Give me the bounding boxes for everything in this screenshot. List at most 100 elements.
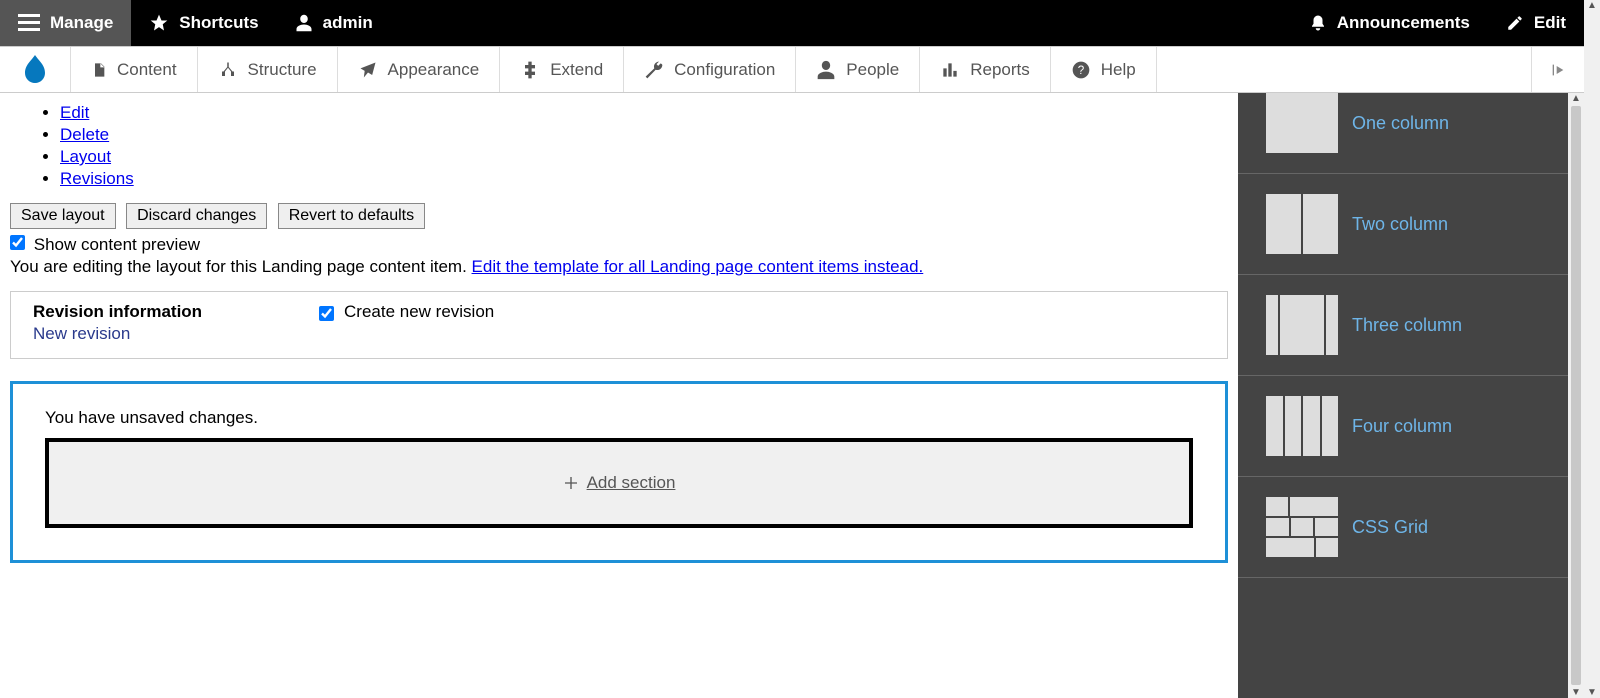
layout-option-three-column[interactable]: Three column (1238, 275, 1568, 376)
admin-menu-extend[interactable]: Extend (500, 47, 624, 92)
shortcuts-label: Shortcuts (179, 13, 258, 33)
menu-label: Content (117, 60, 177, 80)
tab-link[interactable]: Revisions (60, 169, 134, 188)
layout-option-two-column[interactable]: Two column (1238, 174, 1568, 275)
page-icon (91, 60, 107, 80)
help-icon: ? (1071, 60, 1091, 80)
toolbar-orientation-toggle[interactable] (1531, 47, 1584, 92)
star-icon (149, 13, 169, 33)
reports-icon (940, 60, 960, 80)
admin-menu-help[interactable]: ? Help (1051, 47, 1157, 92)
create-revision-label: Create new revision (344, 302, 494, 322)
revision-info-details: Create new revision (301, 292, 1227, 358)
layout-actions: Save layout Discard changes Revert to de… (10, 203, 1228, 229)
layout-picker-panel: One column Two column Three column Four … (1238, 93, 1584, 698)
scroll-thumb[interactable] (1571, 106, 1581, 685)
manage-toggle[interactable]: Manage (0, 0, 131, 46)
preview-toggle-row: Show content preview (10, 235, 1228, 255)
layout-thumb-icon (1266, 497, 1338, 557)
add-section-label: Add section (587, 473, 676, 493)
tab-delete: Delete (60, 125, 1228, 145)
tab-layout: Layout (60, 147, 1228, 167)
revision-info-box: Revision information New revision Create… (10, 291, 1228, 359)
admin-menu-configuration[interactable]: Configuration (624, 47, 796, 92)
plus-icon (563, 475, 579, 491)
tab-link[interactable]: Delete (60, 125, 109, 144)
save-layout-button[interactable]: Save layout (10, 203, 116, 229)
layout-thumb-icon (1266, 295, 1338, 355)
manage-label: Manage (50, 13, 113, 33)
admin-menu-reports[interactable]: Reports (920, 47, 1051, 92)
show-preview-label: Show content preview (34, 235, 200, 254)
announcements-link[interactable]: Announcements (1291, 0, 1488, 46)
discard-changes-button[interactable]: Discard changes (126, 203, 267, 229)
scroll-up-icon: ▲ (1587, 0, 1597, 11)
edit-template-link[interactable]: Edit the template for all Landing page c… (472, 257, 924, 276)
layout-option-label: Four column (1352, 416, 1452, 437)
layout-thumb-icon (1266, 194, 1338, 254)
layout-option-label: One column (1352, 113, 1449, 134)
edit-mode-label: Edit (1534, 13, 1566, 33)
scroll-down-icon: ▼ (1571, 687, 1581, 698)
tab-link[interactable]: Layout (60, 147, 111, 166)
appearance-icon (358, 60, 378, 80)
layout-option-one-column[interactable]: One column (1238, 93, 1568, 174)
revision-info-sub: New revision (33, 324, 301, 344)
admin-menu-people[interactable]: People (796, 47, 920, 92)
revision-info-title: Revision information (33, 302, 301, 322)
bell-icon (1309, 13, 1327, 33)
wrench-icon (644, 60, 664, 80)
admin-menu-appearance[interactable]: Appearance (338, 47, 501, 92)
top-toolbar: Manage Shortcuts admin Announcements Edi… (0, 0, 1584, 46)
show-preview-checkbox[interactable] (10, 235, 25, 250)
menu-label: Configuration (674, 60, 775, 80)
drupal-home-link[interactable] (0, 47, 71, 92)
toolbar-right: Announcements Edit (1291, 0, 1584, 46)
structure-icon (218, 61, 238, 79)
user-label: admin (323, 13, 373, 33)
drupal-icon (22, 55, 48, 85)
announcements-label: Announcements (1337, 13, 1470, 33)
layout-option-css-grid[interactable]: CSS Grid (1238, 477, 1568, 578)
window-scrollbar[interactable]: ▲ ▼ (1584, 0, 1600, 698)
add-section-button[interactable]: Add section (45, 438, 1193, 528)
hamburger-icon (18, 14, 40, 32)
scroll-down-icon: ▼ (1587, 687, 1597, 698)
editing-hint-text: You are editing the layout for this Land… (10, 257, 472, 276)
layout-option-four-column[interactable]: Four column (1238, 376, 1568, 477)
admin-menu-structure[interactable]: Structure (198, 47, 338, 92)
arrow-left-icon (1550, 62, 1566, 78)
revert-defaults-button[interactable]: Revert to defaults (278, 203, 425, 229)
revision-info-summary[interactable]: Revision information New revision (11, 292, 301, 358)
edit-mode-toggle[interactable]: Edit (1488, 0, 1584, 46)
unsaved-changes-msg: You have unsaved changes. (45, 408, 1193, 428)
layout-option-label: CSS Grid (1352, 517, 1428, 538)
local-tasks: Edit Delete Layout Revisions (60, 103, 1228, 189)
menu-label: Reports (970, 60, 1030, 80)
pencil-icon (1506, 14, 1524, 32)
create-revision-checkbox[interactable] (319, 306, 334, 321)
user-menu[interactable]: admin (277, 0, 391, 46)
tab-link[interactable]: Edit (60, 103, 89, 122)
menu-label: Extend (550, 60, 603, 80)
content-wrap: Edit Delete Layout Revisions Save layout… (0, 93, 1584, 698)
layout-option-label: Three column (1352, 315, 1462, 336)
tab-revisions: Revisions (60, 169, 1228, 189)
user-icon (295, 13, 313, 33)
svg-text:?: ? (1078, 64, 1085, 77)
admin-menu-content[interactable]: Content (71, 47, 198, 92)
side-panel-scrollbar[interactable]: ▲ ▼ (1568, 93, 1584, 698)
layout-thumb-icon (1266, 93, 1338, 153)
tab-edit: Edit (60, 103, 1228, 123)
menu-label: Structure (248, 60, 317, 80)
scroll-up-icon: ▲ (1571, 93, 1581, 104)
main-content: Edit Delete Layout Revisions Save layout… (0, 93, 1238, 698)
shortcuts-link[interactable]: Shortcuts (131, 0, 276, 46)
menu-label: Appearance (388, 60, 480, 80)
extend-icon (520, 60, 540, 80)
toolbar-left: Manage Shortcuts admin (0, 0, 391, 46)
menu-label: People (846, 60, 899, 80)
admin-menu: Content Structure Appearance Extend Conf… (0, 46, 1584, 93)
layout-option-label: Two column (1352, 214, 1448, 235)
layout-thumb-icon (1266, 396, 1338, 456)
